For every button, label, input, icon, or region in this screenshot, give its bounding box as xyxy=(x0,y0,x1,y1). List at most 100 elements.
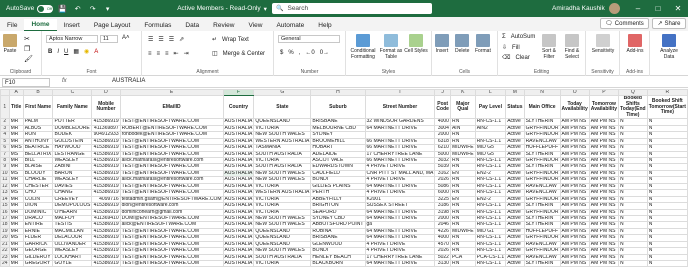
cell[interactable]: GRYFFINDOR xyxy=(523,234,561,242)
font-name-select[interactable]: Aptos Narrow xyxy=(46,35,98,43)
cell[interactable]: NEW SOUTH WALES xyxy=(253,214,312,223)
fx-icon[interactable]: fx xyxy=(62,78,67,84)
cell[interactable]: RN-CS-1.1 xyxy=(474,156,507,165)
cell[interactable]: 415386919 xyxy=(91,118,121,126)
autosave-toggle[interactable]: Off xyxy=(37,4,54,13)
column-title[interactable]: Country xyxy=(222,95,255,120)
cell[interactable]: RN-CS-1.1 xyxy=(474,259,507,268)
cell[interactable]: CHESTER xyxy=(22,182,54,191)
cell[interactable]: AUSTRALIA xyxy=(222,221,255,229)
cell[interactable]: RN-CS-1.1 xyxy=(474,214,507,223)
cell[interactable]: 415386919 xyxy=(91,259,121,268)
cell[interactable]: GRYFFINDOR xyxy=(523,169,561,178)
conditional-formatting-button[interactable]: Conditional Formatting xyxy=(348,34,378,60)
cell[interactable]: RN-CS-1.1 xyxy=(474,189,507,197)
bold-button[interactable]: B xyxy=(48,49,52,55)
tab-view[interactable]: View xyxy=(241,19,269,31)
cell[interactable]: 415386919 xyxy=(91,144,121,152)
cell[interactable]: Active xyxy=(505,259,525,268)
tab-formulas[interactable]: Formulas xyxy=(137,19,178,31)
minimize-icon[interactable]: – xyxy=(628,0,648,17)
cell[interactable]: GRYFFINDOR xyxy=(523,208,561,217)
cell[interactable]: RN xyxy=(449,259,476,268)
orientation-icon[interactable]: ⇗ xyxy=(179,36,184,43)
cell[interactable]: AM PM NS xyxy=(588,150,620,159)
cell[interactable]: AUSTRALIA xyxy=(222,208,255,217)
cell[interactable]: VICTORIA xyxy=(253,259,312,268)
cell[interactable]: 3004 xyxy=(434,124,451,133)
increase-decimal-icon[interactable]: ←0 xyxy=(305,50,314,56)
cell[interactable]: AUSTRALIA xyxy=(222,240,255,249)
cell[interactable]: 5039 xyxy=(434,163,451,171)
cell[interactable]: 3162 xyxy=(434,169,451,178)
cell[interactable]: AUSTRALIA xyxy=(222,144,255,152)
cell[interactable]: AUSTRALIA xyxy=(222,259,255,268)
cell[interactable]: AM PM NS xyxy=(559,195,590,204)
paste-button[interactable]: Paste xyxy=(3,34,17,54)
undo-icon[interactable]: ↶ xyxy=(72,3,83,14)
cell[interactable]: GILDEROY xyxy=(22,253,54,262)
increase-font-icon[interactable]: A˄ xyxy=(122,35,130,41)
find-select-button[interactable]: Find & Select xyxy=(561,34,583,60)
analyze-data-button[interactable]: Analyze Data xyxy=(655,34,683,60)
row-number[interactable]: 16 xyxy=(0,208,10,217)
cell[interactable]: AUSTRALIA xyxy=(222,247,255,255)
cell[interactable]: AUSTRALIA xyxy=(222,124,255,133)
align-top-icon[interactable]: ☰ xyxy=(148,36,153,43)
column-title[interactable]: Major Qual xyxy=(449,95,476,120)
cell[interactable]: AM PM NS xyxy=(559,150,590,159)
column-title[interactable]: Mobile Number xyxy=(91,95,121,120)
column-title[interactable]: Pay Level xyxy=(474,95,507,120)
cell[interactable]: testadmin.gsam@ENTIRESOFTWARE.COM xyxy=(119,195,224,204)
cell[interactable]: DUMBLEDORE xyxy=(52,124,93,133)
cell[interactable]: 415386919 xyxy=(91,150,121,159)
column-title[interactable]: First Name xyxy=(22,95,54,120)
tab-review[interactable]: Review xyxy=(206,19,241,31)
cell[interactable]: AM PM NS xyxy=(588,214,620,223)
cell[interactable]: RN-CS-1.1 xyxy=(474,182,507,191)
cell[interactable]: 2000 xyxy=(434,131,451,139)
cell[interactable]: 415386919 xyxy=(91,227,121,236)
column-title[interactable]: Title xyxy=(8,95,24,120)
cell[interactable]: 4000 xyxy=(434,234,451,242)
cell[interactable]: 6318 xyxy=(434,137,451,146)
cell[interactable]: 415386919 xyxy=(91,137,121,146)
format-painter-icon[interactable]: 🖌 xyxy=(24,55,33,63)
cell[interactable]: NEW SOUTH WALES xyxy=(253,247,312,255)
spreadsheet-grid[interactable]: ABCDEFGHIJKLMNOPQR 1 Title First Name Famil… xyxy=(0,89,688,277)
cell[interactable]: AUSTRALIA xyxy=(222,234,255,242)
cell[interactable]: AM PM NS xyxy=(559,227,590,236)
insert-button[interactable]: Insert xyxy=(435,34,449,54)
cell[interactable]: GRYFFINDOR xyxy=(523,156,561,165)
cell[interactable]: 6000 xyxy=(434,189,451,197)
cell[interactable]: 411369410 xyxy=(91,214,121,223)
cell[interactable]: AM PM NS xyxy=(559,259,590,268)
cell[interactable]: MRS xyxy=(8,144,24,152)
cell[interactable]: AM PM NS xyxy=(559,131,590,139)
row-number[interactable]: 14 xyxy=(0,195,10,204)
cell[interactable]: AM PM NS xyxy=(559,214,590,223)
cell[interactable]: AUSTRALIA xyxy=(222,176,255,184)
column-title[interactable]: Street Number xyxy=(364,95,436,120)
cell[interactable]: 2026 xyxy=(434,247,451,255)
cell[interactable]: 5022 xyxy=(434,253,451,262)
borders-icon[interactable]: ▦ xyxy=(73,48,79,55)
column-title[interactable]: Post Code xyxy=(434,95,451,120)
column-title[interactable]: Status xyxy=(505,95,525,120)
cell[interactable]: GRYFFINDOR xyxy=(523,247,561,255)
cell[interactable]: BLACKBURN xyxy=(310,259,366,268)
cell[interactable]: RAVENCLAW xyxy=(523,240,561,249)
cell[interactable]: AUSTRALIA xyxy=(222,189,255,197)
tab-page-layout[interactable]: Page Layout xyxy=(87,19,138,31)
cell[interactable]: NEW SOUTH WALES xyxy=(253,221,312,229)
cell[interactable]: ANTHONY xyxy=(22,137,54,146)
column-title[interactable]: Family Name xyxy=(52,95,93,120)
column-title[interactable]: State xyxy=(253,95,312,120)
cell[interactable]: AUSTRALIA xyxy=(222,137,255,146)
column-title[interactable]: EMailID xyxy=(119,95,224,120)
font-color-icon[interactable]: A xyxy=(94,49,98,55)
cell[interactable]: AM PM NS xyxy=(559,169,590,178)
fill-color-icon[interactable]: ◉ xyxy=(84,48,89,55)
cell[interactable]: 415386919 xyxy=(91,247,121,255)
accounting-icon[interactable]: $ xyxy=(280,50,283,56)
